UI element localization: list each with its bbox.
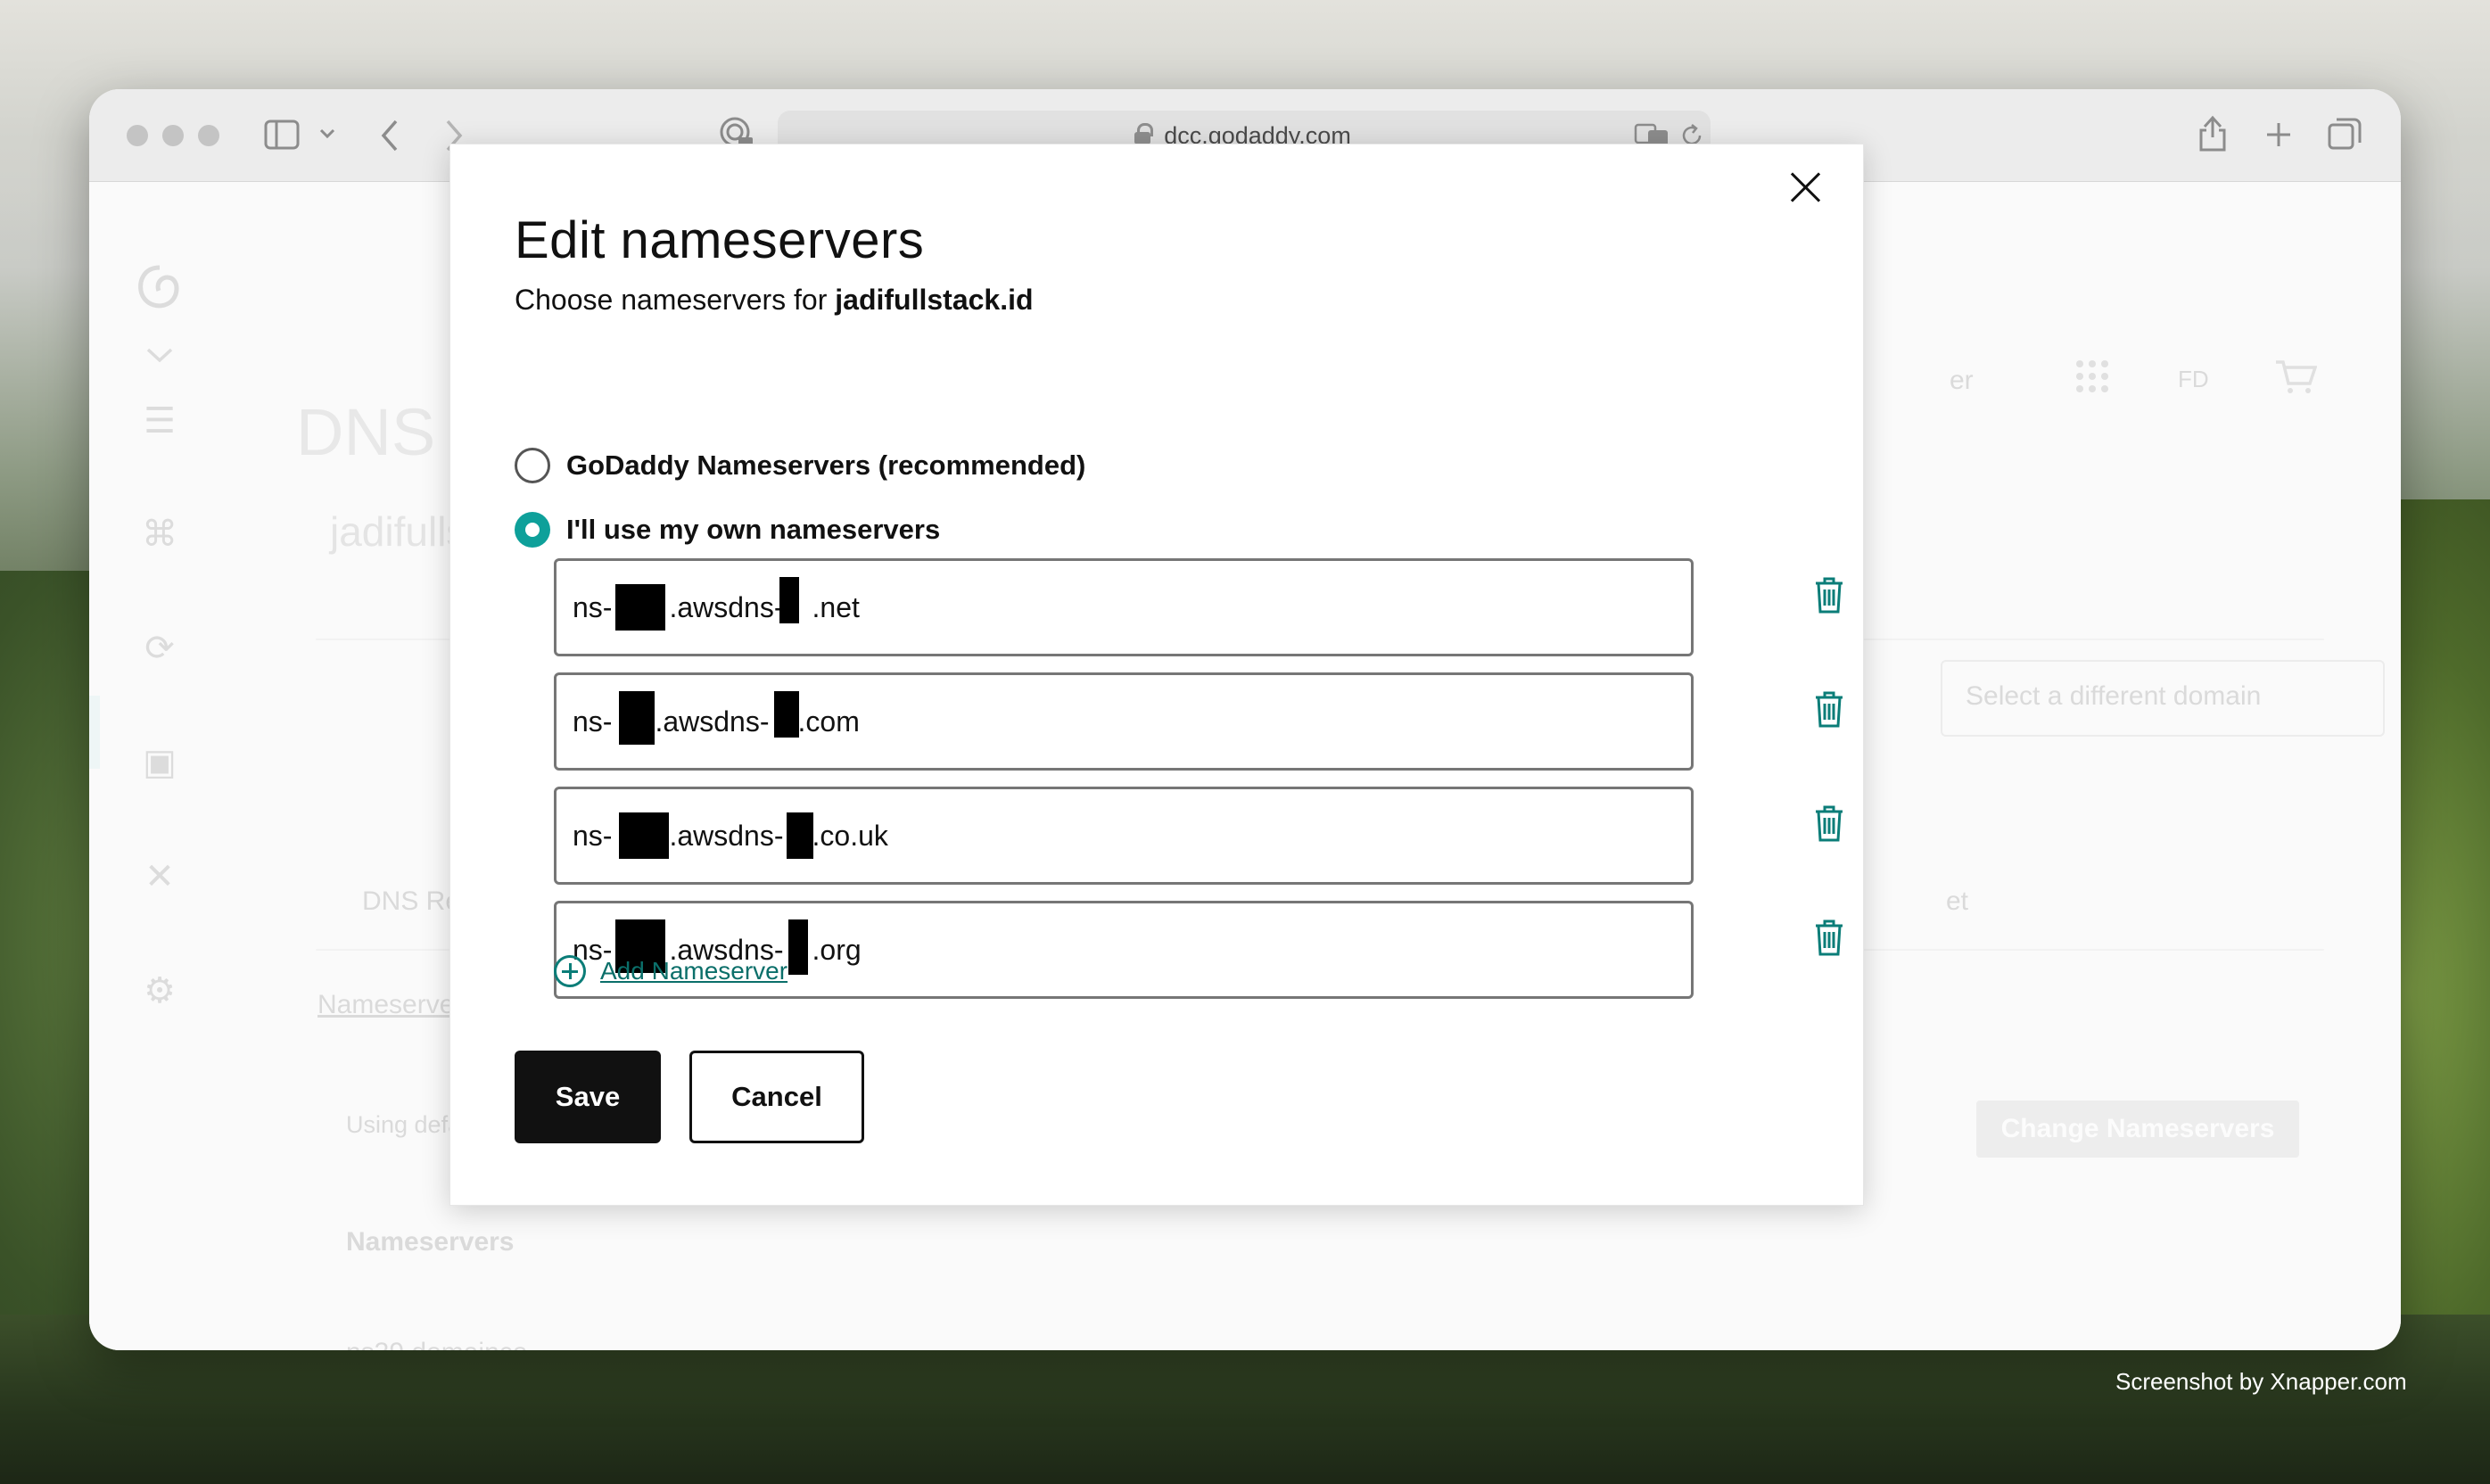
redaction <box>774 691 799 738</box>
redaction <box>615 584 665 631</box>
nameserver-input-1[interactable]: ns- .awsdns- .net <box>554 558 1694 656</box>
redaction <box>788 919 808 975</box>
redaction <box>787 812 813 859</box>
radio-button-selected[interactable] <box>515 512 550 548</box>
cancel-button[interactable]: Cancel <box>689 1051 864 1143</box>
nameserver-input-2[interactable]: ns- .awsdns- .com <box>554 672 1694 771</box>
redaction <box>619 691 655 745</box>
back-icon[interactable] <box>380 120 400 152</box>
add-circle-icon <box>554 955 586 987</box>
edit-nameservers-modal: Edit nameservers Choose nameservers for … <box>449 144 1864 1206</box>
close-modal-button[interactable] <box>1785 166 1827 209</box>
radio-button[interactable] <box>515 448 550 483</box>
nameserver-input-3[interactable]: ns- .awsdns- .co.uk <box>554 787 1694 885</box>
chevron-down-icon[interactable] <box>319 128 335 139</box>
modal-domain: jadifullstack.id <box>835 284 1034 316</box>
new-tab-icon[interactable] <box>2265 121 2292 148</box>
sidebar-toggle-icon[interactable] <box>264 120 300 150</box>
lock-icon <box>1134 123 1153 144</box>
save-button[interactable]: Save <box>515 1051 661 1143</box>
redaction <box>779 577 799 623</box>
delete-nameserver-2-icon[interactable] <box>1813 690 1845 728</box>
share-icon[interactable] <box>2197 114 2228 152</box>
add-nameserver-link[interactable]: Add Nameserver <box>554 955 787 987</box>
zoom-window-button[interactable] <box>198 125 219 146</box>
tab-overview-icon[interactable] <box>2328 118 2362 152</box>
watermark-text: Screenshot by Xnapper.com <box>2115 1368 2407 1395</box>
modal-subtitle: Choose nameservers for jadifullstack.id <box>515 284 1034 316</box>
redaction <box>619 812 669 859</box>
close-window-button[interactable] <box>127 125 148 146</box>
delete-nameserver-1-icon[interactable] <box>1813 576 1845 614</box>
minimize-window-button[interactable] <box>162 125 184 146</box>
modal-title: Edit nameservers <box>515 211 925 269</box>
add-nameserver-label: Add Nameserver <box>600 957 788 985</box>
delete-nameserver-4-icon[interactable] <box>1813 919 1845 956</box>
option-label: I'll use my own nameservers <box>566 514 941 545</box>
option-label: GoDaddy Nameservers (recommended) <box>566 449 1086 481</box>
delete-nameserver-3-icon[interactable] <box>1813 804 1845 842</box>
option-godaddy-nameservers[interactable]: GoDaddy Nameservers (recommended) <box>515 448 1085 483</box>
option-own-nameservers[interactable]: I'll use my own nameservers <box>515 512 940 548</box>
